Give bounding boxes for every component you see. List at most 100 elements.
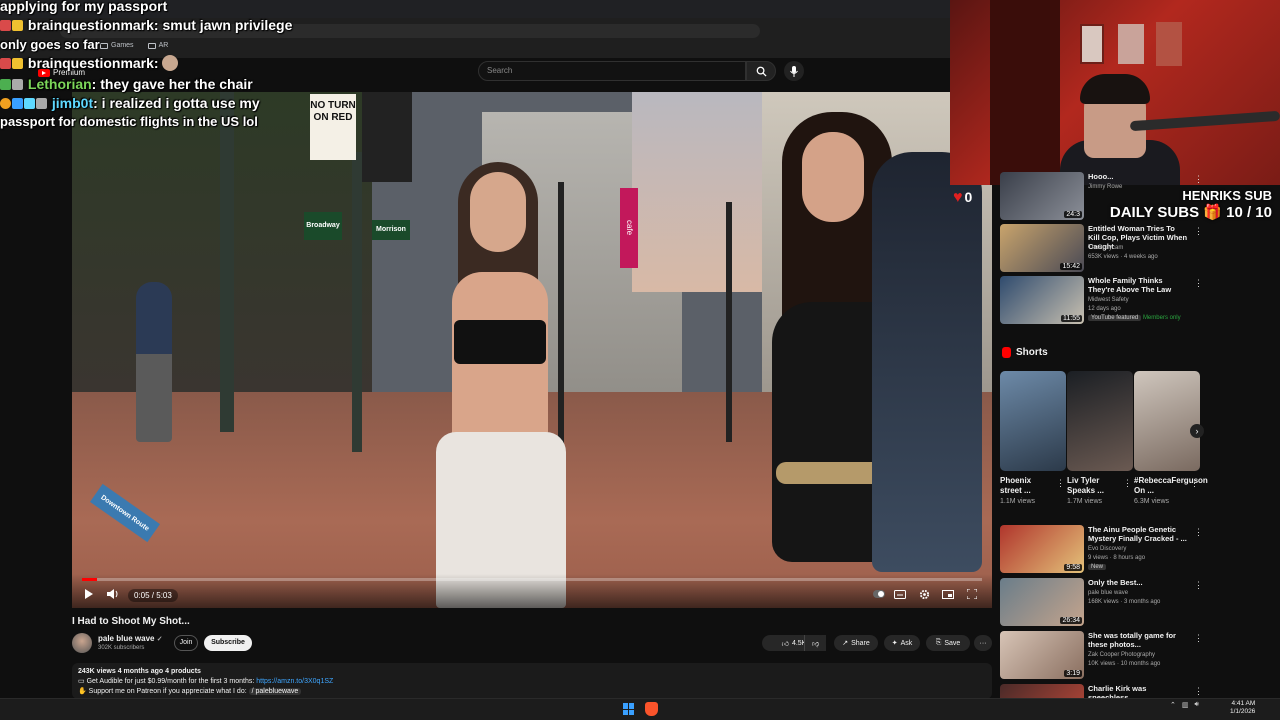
video-thumbnail[interactable]: 9:58	[1000, 525, 1084, 573]
more-options-icon[interactable]: ⋮	[1194, 686, 1203, 697]
ask-button[interactable]: ✦ Ask	[884, 635, 920, 651]
fullscreen-button[interactable]	[965, 588, 979, 600]
bookmark-ar[interactable]: AR	[147, 42, 168, 49]
video-time: 0:05 / 5:03	[128, 589, 178, 602]
captions-button[interactable]	[893, 588, 907, 600]
more-icon: ···	[979, 639, 987, 647]
video-title-link[interactable]: Hooo...	[1088, 172, 1188, 181]
channel-name[interactable]: pale blue wave ✓	[98, 634, 163, 643]
miniplayer-icon	[942, 589, 954, 599]
cam-wall-art	[1156, 22, 1182, 66]
verified-icon: ✓	[156, 636, 163, 643]
more-options-icon[interactable]: ⋮	[1194, 527, 1203, 538]
video-title-link[interactable]: The Ainu People Genetic Mystery Finally …	[1088, 525, 1188, 543]
video-meta: 9 views · 8 hours ago	[1088, 555, 1146, 561]
bookmark-games[interactable]: Games	[100, 42, 134, 49]
short-title[interactable]: Phoenix street ...	[1000, 476, 1054, 496]
subscribe-button[interactable]: Subscribe	[204, 635, 252, 651]
more-options-icon[interactable]: ⋮	[1194, 633, 1203, 644]
join-button[interactable]: Join	[174, 635, 198, 651]
settings-button[interactable]	[917, 588, 931, 600]
video-thumbnail[interactable]: 11:55	[1000, 276, 1084, 324]
save-button[interactable]: ⎘ Save	[926, 635, 970, 651]
video-thumbnail[interactable]: 3:19	[1000, 631, 1084, 679]
voice-search-button[interactable]	[784, 61, 804, 81]
video-channel: pale blue wave	[1088, 590, 1129, 596]
chat-message: Lethorian: they gave her the chair	[0, 76, 253, 92]
recommended-video[interactable]: 26:34 Only the Best... pale blue wave 168K …	[1000, 578, 1203, 628]
share-icon: ↗	[842, 640, 849, 647]
windows-start-icon[interactable]	[623, 703, 635, 715]
sparkle-icon: ✦	[891, 640, 898, 647]
chat-message: brainquestionmark:	[0, 55, 179, 71]
video-description[interactable]: 243K views 4 months ago 4 products ▭ Get…	[72, 663, 992, 699]
recommended-video[interactable]: 3:19 She was totally game for these photo…	[1000, 631, 1203, 681]
chat-message: brainquestionmark: smut jawn privilege	[0, 17, 292, 33]
cam-microphone-arm	[1129, 110, 1280, 132]
short-title[interactable]: #RebeccaFerguson On ...	[1134, 476, 1208, 496]
recommended-video[interactable]: 9:58 The Ainu People Genetic Mystery Fina…	[1000, 525, 1203, 575]
video-thumbnail[interactable]: 15:42	[1000, 224, 1084, 272]
video-meta: 10K views · 10 months ago	[1088, 661, 1161, 667]
taskbar	[0, 698, 1280, 720]
more-options-icon[interactable]: ⋮	[1056, 478, 1065, 489]
video-title-link[interactable]: Whole Family Thinks They're Above The La…	[1088, 276, 1188, 294]
video-channel: Zak Cooper Photography	[1088, 652, 1156, 658]
share-button[interactable]: ↗ Share	[834, 635, 878, 651]
autoplay-toggle[interactable]	[872, 588, 886, 600]
recommended-video[interactable]: 15:42 Entitled Woman Tries To Kill Cop, P…	[1000, 224, 1203, 274]
progress-bar[interactable]	[82, 578, 982, 581]
more-actions-button[interactable]: ···	[974, 635, 992, 651]
video-title-link[interactable]: She was totally game for these photos...	[1088, 631, 1188, 649]
short-thumbnail[interactable]	[1067, 371, 1133, 471]
volume-button[interactable]	[106, 588, 120, 600]
chat-message: jimb0t: i realized i gotta use my	[0, 95, 260, 111]
search-input[interactable]: Search	[478, 61, 746, 81]
search-button[interactable]	[746, 61, 776, 81]
video-title-link[interactable]: Only the Best...	[1088, 578, 1188, 587]
short-title[interactable]: Liv Tyler Speaks ...	[1067, 476, 1121, 496]
more-options-icon[interactable]: ⋮	[1194, 278, 1203, 289]
search-icon	[756, 66, 767, 77]
captions-icon	[894, 589, 906, 599]
recommended-video[interactable]: 24:3 Hooo... Jimmy Rowe ⋮	[1000, 172, 1203, 222]
more-options-icon[interactable]: ⋮	[1123, 478, 1132, 489]
emote-icon	[162, 55, 179, 71]
patreon-link[interactable]: / palebluewave	[248, 688, 302, 695]
sword-icon	[24, 98, 35, 109]
video-thumbnail[interactable]: 24:3	[1000, 172, 1084, 220]
subscriber-count: 302K subscribers	[98, 645, 145, 651]
shorts-icon	[1002, 347, 1011, 358]
signal-pole	[352, 152, 362, 452]
play-button[interactable]	[82, 588, 94, 600]
more-options-icon[interactable]: ⋮	[1194, 226, 1203, 237]
progress-fill	[82, 578, 98, 581]
video-badge: New	[1088, 563, 1198, 572]
dislike-button[interactable]: 👎︎	[804, 635, 826, 651]
video-duration: 15:42	[1060, 263, 1082, 270]
more-options-icon[interactable]: ⋮	[1190, 478, 1199, 489]
brave-browser-icon[interactable]	[645, 702, 658, 716]
audible-link[interactable]: https://amzn.to/3X0q1SZ	[256, 678, 333, 685]
taskbar-clock[interactable]: 4:41 AM 1/1/2026	[1230, 700, 1255, 716]
gear-icon	[919, 589, 929, 599]
short-thumbnail[interactable]	[1134, 371, 1200, 471]
more-options-icon[interactable]: ⋮	[1194, 580, 1203, 591]
chevron-up-icon[interactable]: ⌃	[1170, 701, 1176, 709]
chat-badge-icon	[0, 98, 11, 109]
cam-door	[990, 0, 1060, 185]
pedestrian	[136, 282, 172, 442]
channel-avatar[interactable]	[72, 633, 92, 653]
short-views: 6.3M views	[1134, 498, 1170, 505]
miniplayer-button[interactable]	[941, 588, 955, 600]
shorts-next-button[interactable]: ›	[1190, 424, 1204, 438]
video-stats: 243K views 4 months ago 4 products	[78, 668, 201, 675]
network-icon[interactable]: ▥	[1182, 701, 1189, 709]
video-thumbnail[interactable]: 26:34	[1000, 578, 1084, 626]
volume-tray-icon[interactable]: 🔊︎	[1195, 701, 1199, 709]
more-options-icon[interactable]: ⋮	[1194, 174, 1203, 185]
cube-icon	[12, 98, 23, 109]
recommended-video[interactable]: 11:55 Whole Family Thinks They're Above T…	[1000, 276, 1203, 326]
short-thumbnail[interactable]	[1000, 371, 1066, 471]
video-player[interactable]: NO TURN ON RED Broadway Morrison cafe Do…	[72, 92, 992, 608]
